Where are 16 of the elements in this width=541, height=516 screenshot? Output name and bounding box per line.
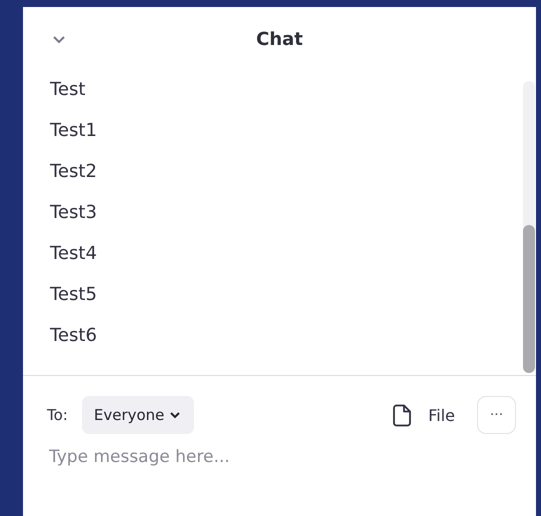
document-icon <box>392 404 412 426</box>
chat-message: Test6 <box>50 324 98 348</box>
recipient-dropdown[interactable]: Everyone <box>82 396 194 434</box>
scrollbar-thumb[interactable] <box>523 225 535 373</box>
chevron-down-icon[interactable] <box>52 35 66 44</box>
chat-message: Test <box>50 78 86 102</box>
file-button[interactable]: File <box>392 404 455 426</box>
more-button[interactable]: ··· <box>477 396 516 434</box>
chat-message: Test1 <box>50 119 98 143</box>
chevron-down-icon <box>170 412 180 418</box>
chat-message: Test3 <box>50 201 98 225</box>
chat-message: Test5 <box>50 283 98 307</box>
panel-title: Chat <box>256 28 303 50</box>
chat-message: Test4 <box>50 242 98 266</box>
chat-message: Test2 <box>50 160 98 184</box>
to-label: To: <box>47 406 68 424</box>
